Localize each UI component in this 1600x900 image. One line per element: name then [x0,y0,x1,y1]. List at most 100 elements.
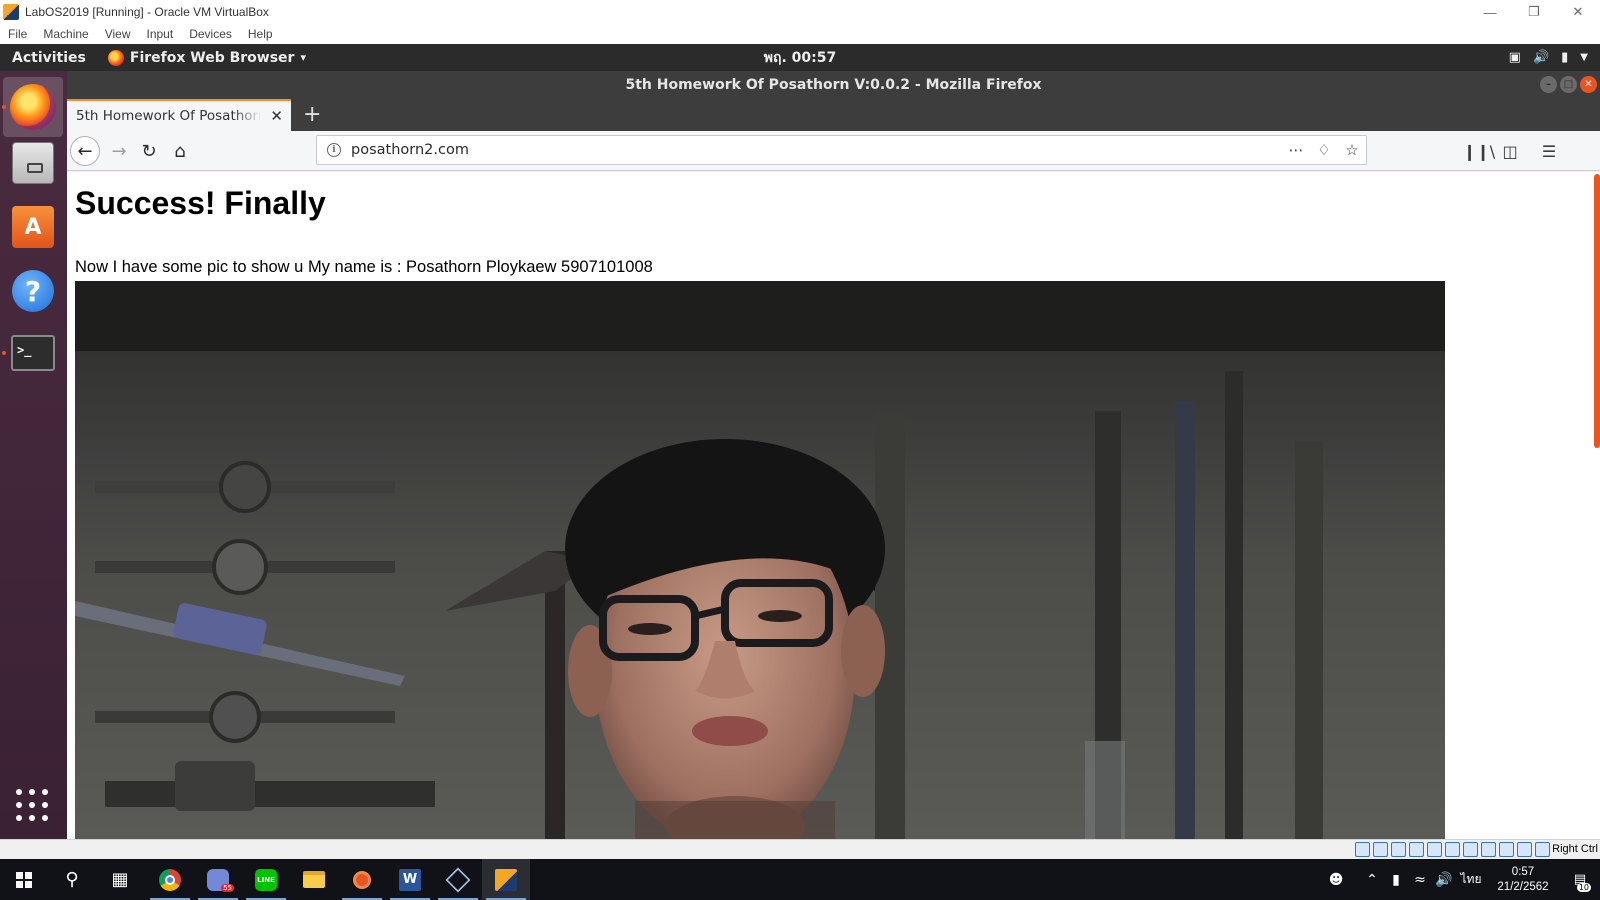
new-tab-button[interactable]: + [303,102,321,127]
network-icon[interactable] [1409,842,1424,857]
ubuntu-dock: A ? >_ [0,71,67,839]
search-button[interactable]: ⚲ [48,859,96,900]
bookmark-star-icon[interactable]: ☆ [1338,141,1366,159]
url-text[interactable]: posathorn2.com [351,142,1282,158]
window-title: LabOS2019 [Running] - Oracle VM VirtualB… [25,5,269,19]
search-icon: ⚲ [65,869,79,890]
system-tray: ☻ ⌃ ▮ ≈ 🔊 ไทย 0:57 21/2/2562 ▤ 10 [1324,859,1600,900]
start-button[interactable] [0,859,48,900]
virtualbox-icon [495,868,517,891]
network-icon: ▣ [1508,50,1521,65]
taskbar-clock[interactable]: 0:57 21/2/2562 [1486,865,1560,895]
info-icon[interactable]: i [327,143,341,157]
folder-icon [303,871,325,888]
chevron-down-icon: ▼ [1580,52,1588,63]
cpu-icon[interactable] [1535,842,1550,857]
virtualbox-titlebar: LabOS2019 [Running] - Oracle VM VirtualB… [0,0,1600,24]
dock-software[interactable]: A [9,203,57,251]
notification-count: 10 [1576,883,1591,892]
battery-icon: ▮ [1561,50,1569,65]
virtualbox-app-icon [3,4,19,20]
restore-button[interactable]: ❐ [1512,0,1556,24]
menu-view[interactable]: View [97,27,139,41]
menu-input[interactable]: Input [139,27,182,41]
tab-active[interactable]: 5th Homework Of Posathorn V:0.0.2 ✕ [67,99,291,131]
running-indicator [2,351,6,355]
forward-button[interactable]: → [104,136,134,166]
virtualbox-statusbar: Right Ctrl [0,839,1600,859]
close-icon[interactable]: ✕ [270,107,283,125]
help-icon: ? [12,270,54,312]
maximize-button[interactable]: □ [1560,76,1577,93]
volume-icon[interactable]: 🔊 [1432,872,1456,888]
url-bar[interactable]: i posathorn2.com ⋯ ♢ ☆ [316,135,1367,165]
files-icon [12,142,54,184]
menu-machine[interactable]: Machine [35,27,96,41]
pocket-icon[interactable]: ♢ [1310,141,1338,159]
virtualbox-menubar: File Machine View Input Devices Help [0,24,1600,44]
library-icon[interactable]: ❙❙\ [1463,139,1495,163]
close-button[interactable]: ✕ [1580,76,1597,93]
word-icon: W [399,868,421,891]
keyboard-icon[interactable] [1517,842,1532,857]
device-status-icons[interactable] [1355,842,1550,857]
system-tray[interactable]: ▣ 🔊 ▮ ▼ [1509,44,1588,71]
show-applications-button[interactable] [16,789,50,823]
minimize-button[interactable]: — [1468,0,1512,24]
chevron-up-icon[interactable]: ⌃ [1360,872,1384,888]
taskbar-chrome[interactable] [146,859,194,900]
page-actions-icon[interactable]: ⋯ [1282,141,1310,159]
reload-button[interactable]: ↻ [134,136,164,166]
taskbar-discord[interactable]: 55 [194,859,242,900]
close-button[interactable]: ✕ [1556,0,1600,24]
audio-icon[interactable] [1391,842,1406,857]
usb-icon[interactable] [1427,842,1442,857]
taskbar-word[interactable]: W [386,859,434,900]
dock-help[interactable]: ? [9,267,57,315]
app-menu[interactable]: Firefox Web Browser ▾ [98,49,306,66]
chrome-icon [159,868,181,891]
dock-files[interactable] [9,139,57,187]
dock-firefox[interactable] [3,77,63,137]
cd-icon[interactable] [1373,842,1388,857]
taskbar-app-orange[interactable] [338,859,386,900]
hamburger-menu-icon[interactable]: ☰ [1537,139,1561,163]
taskbar-line[interactable]: LINE [242,859,290,900]
dock-terminal[interactable]: >_ [9,329,57,377]
back-button[interactable]: ← [70,136,100,166]
hdd-icon[interactable] [1355,842,1370,857]
taskbar-time: 0:57 [1511,865,1535,878]
menu-help[interactable]: Help [240,27,281,41]
action-center-button[interactable]: ▤ 10 [1560,859,1600,900]
recording-icon[interactable] [1481,842,1496,857]
app-menu-label: Firefox Web Browser [129,49,295,66]
home-button[interactable]: ⌂ [165,136,195,166]
chevron-down-icon: ▾ [300,51,306,64]
taskbar-file-explorer[interactable] [290,859,338,900]
mouse-integration-icon[interactable] [1499,842,1514,857]
scrollbar[interactable] [1594,174,1600,448]
menu-file[interactable]: File [0,27,35,41]
display-icon[interactable] [1463,842,1478,857]
menu-devices[interactable]: Devices [181,27,240,41]
page-heading: Success! Finally [75,185,326,221]
minimize-button[interactable]: – [1540,76,1557,93]
shared-folder-icon[interactable] [1445,842,1460,857]
taskbar-3d-app[interactable] [434,859,482,900]
people-icon[interactable]: ☻ [1324,872,1348,888]
sidebar-icon[interactable]: ◫ [1498,139,1522,163]
battery-icon[interactable]: ▮ [1384,872,1408,888]
activities-button[interactable]: Activities [0,50,98,66]
host-key-label: Right Ctrl [1552,843,1598,855]
page-viewport[interactable]: Success! Finally Now I have some pic to … [67,172,1600,839]
wifi-icon[interactable]: ≈ [1408,872,1432,888]
input-language[interactable]: ไทย [1456,870,1486,889]
ubuntu-icon [353,870,371,889]
portrait-photo [75,281,1445,839]
navigation-toolbar: ← → ↻ ⌂ i posathorn2.com ⋯ ♢ ☆ ❙❙\ ◫ ☰ [67,131,1600,171]
cube-icon [445,867,471,892]
line-icon: LINE [255,868,277,891]
taskbar-virtualbox[interactable] [482,859,530,900]
task-view-button[interactable]: ▦ [96,859,144,900]
windows-taskbar: ⚲ ▦ 55 LINE W ☻ ⌃ ▮ ≈ 🔊 ไทย 0:57 21/2/25… [0,859,1600,900]
